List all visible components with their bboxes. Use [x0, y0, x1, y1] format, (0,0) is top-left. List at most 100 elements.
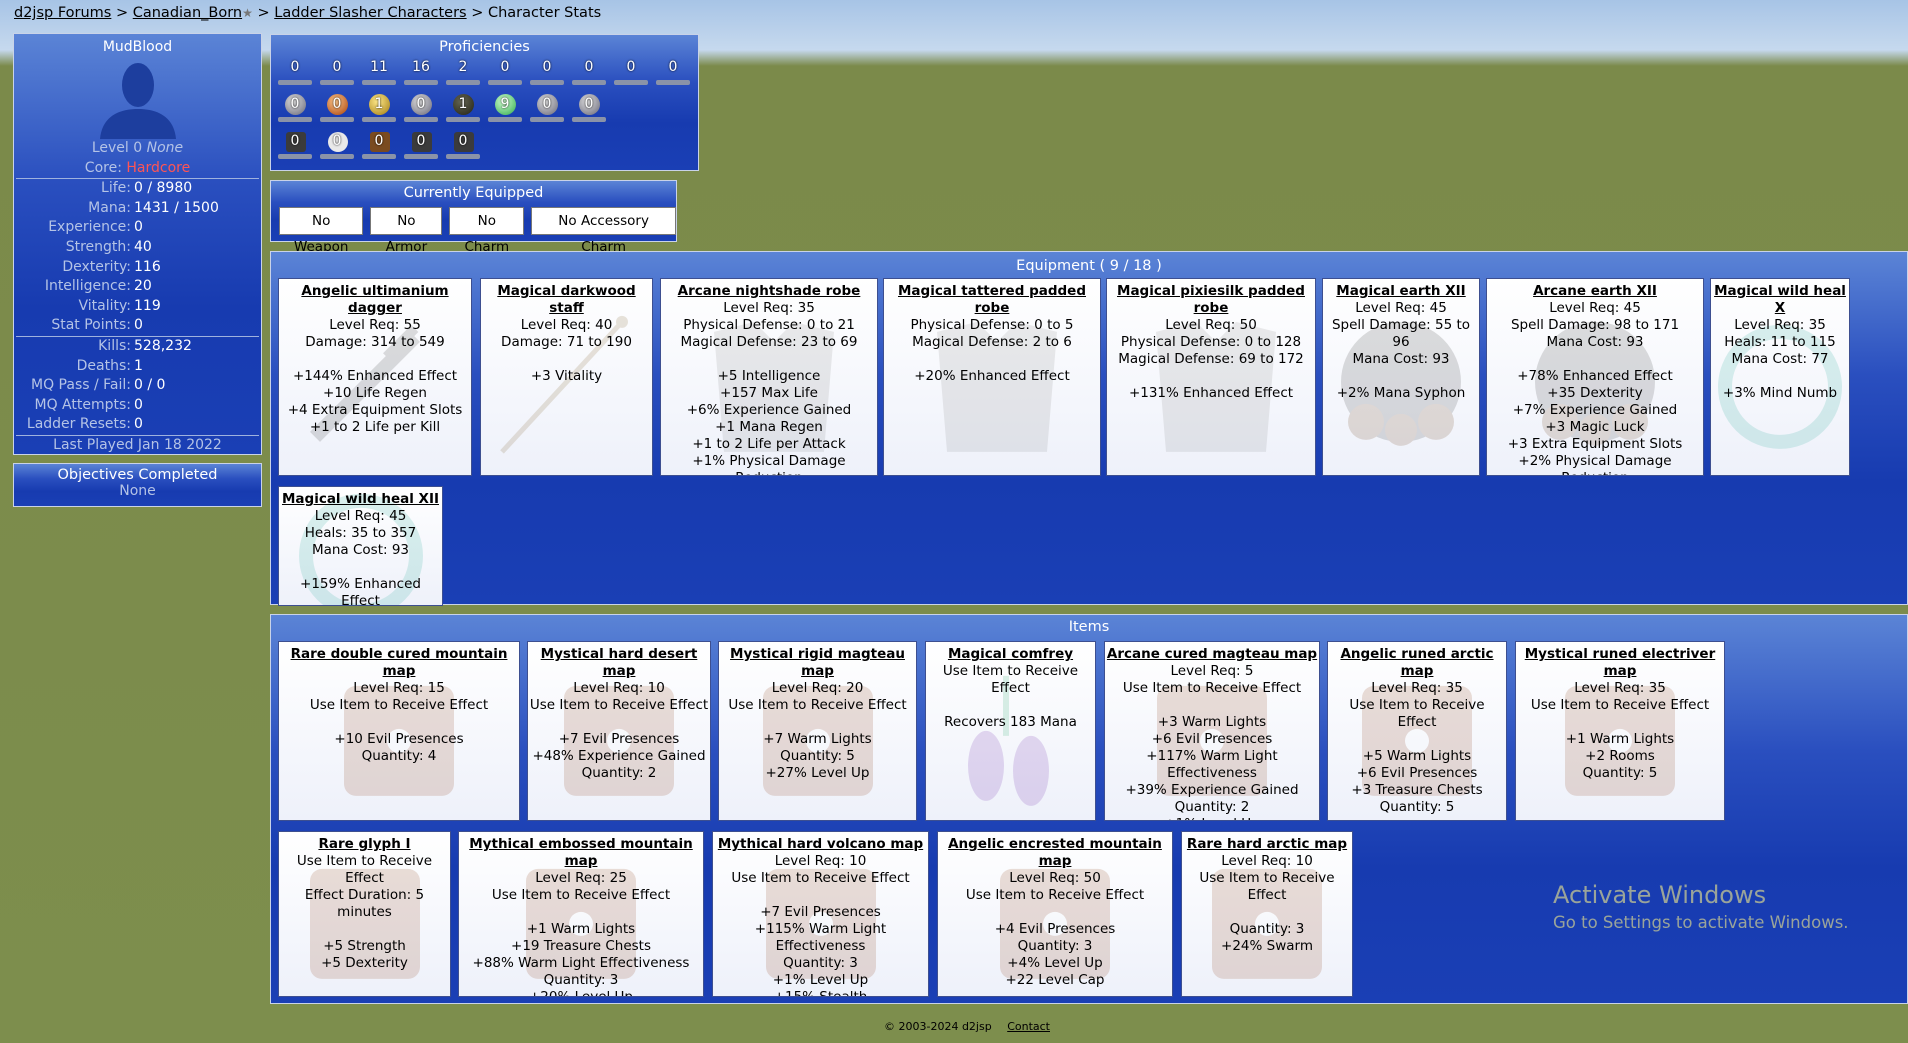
item-card[interactable]: Rare double cured mountain map Level Req:…: [278, 641, 520, 821]
card-title[interactable]: Angelic runed arctic map: [1328, 646, 1506, 680]
fire-orb-icon[interactable]: 0: [320, 92, 354, 122]
lockpick-icon[interactable]: 0: [446, 129, 480, 159]
item-card[interactable]: Rare glyph I Use Item to Receive Effect Ef…: [278, 831, 451, 997]
breadcrumb-user-link[interactable]: Canadian_Born: [133, 5, 242, 21]
proficiency-progress-bar: [320, 80, 354, 85]
card-line: +3 Warm Lights: [1157, 714, 1267, 730]
card-line: Level Req: 25: [535, 870, 627, 886]
equipment-card[interactable]: Angelic ultimanium dagger Level Req: 55 Da…: [278, 278, 472, 476]
breadcrumb: d2jsp Forums > Canadian_Born★ > Ladder S…: [14, 5, 601, 21]
card-title[interactable]: Angelic ultimanium dagger: [279, 283, 471, 317]
card-line: +1 to 2 Life per Kill: [309, 419, 441, 435]
lightning-orb-icon[interactable]: 1: [362, 92, 396, 122]
equipment-card[interactable]: Magical wild heal XII Level Req: 45 Heals:…: [278, 486, 443, 606]
mace-icon[interactable]: 11: [362, 55, 396, 85]
item-card[interactable]: Mystical rigid magteau map Level Req: 20 U…: [718, 641, 917, 821]
card-title[interactable]: Magical wild heal X: [1711, 283, 1849, 317]
item-card[interactable]: Magical comfrey Use Item to Receive Effec…: [925, 641, 1096, 821]
item-card[interactable]: Mythical hard volcano map Level Req: 10 Us…: [712, 831, 929, 997]
dark-orb-icon[interactable]: 1: [446, 92, 480, 122]
stat-row: Stat Points: 0: [14, 316, 261, 336]
wind-orb-icon[interactable]: 0: [404, 92, 438, 122]
no-weapon-button[interactable]: No Weapon: [279, 207, 364, 255]
axe-icon[interactable]: 2: [446, 55, 480, 85]
staff-icon[interactable]: 16: [404, 55, 438, 85]
card-title[interactable]: Magical wild heal XII: [279, 491, 442, 508]
card-title[interactable]: Magical comfrey: [926, 646, 1095, 663]
card-line: +1% Level Up: [772, 972, 869, 988]
copyright-text: © 2003-2024 d2jsp: [884, 1020, 992, 1033]
card-title[interactable]: Arcane nightshade robe: [661, 283, 877, 300]
contact-link[interactable]: Contact: [1007, 1020, 1050, 1033]
spear-icon[interactable]: 0: [488, 55, 522, 85]
breadcrumb-current: Character Stats: [487, 5, 602, 21]
breadcrumb-home-link[interactable]: d2jsp Forums: [14, 5, 111, 21]
card-line: [1323, 368, 1479, 385]
chest-icon[interactable]: 0: [404, 129, 438, 159]
equipment-card[interactable]: Magical darkwood staff Level Req: 40 Damag…: [480, 278, 653, 476]
card-title[interactable]: Magical tattered padded robe: [884, 283, 1100, 317]
equipment-card[interactable]: Magical pixiesilk padded robe Level Req: …: [1106, 278, 1316, 476]
card-title[interactable]: Angelic encrested mountain map: [938, 836, 1172, 870]
stat-row: MQ Pass / Fail: 0 / 0: [14, 376, 261, 396]
item-card[interactable]: Mystical runed electriver map Level Req: …: [1515, 641, 1725, 821]
equipment-card[interactable]: Arcane nightshade robe Level Req: 35 Physi…: [660, 278, 878, 476]
card-title[interactable]: Mystical hard desert map: [528, 646, 710, 680]
equipment-card[interactable]: Magical earth XII Level Req: 45 Spell Dama…: [1322, 278, 1480, 476]
star-icon[interactable]: ★: [242, 6, 253, 20]
card-title[interactable]: Magical earth XII: [1323, 283, 1479, 300]
frost-orb-icon[interactable]: 0: [278, 92, 312, 122]
card-line: +6 Evil Presences: [1151, 731, 1273, 747]
item-card[interactable]: Mythical embossed mountain map Level Req:…: [458, 831, 704, 997]
bow-icon[interactable]: 0: [530, 55, 564, 85]
equipment-card[interactable]: Magical wild heal X Level Req: 35 Heals: 1…: [1710, 278, 1850, 476]
breadcrumb-section-link[interactable]: Ladder Slasher Characters: [274, 5, 466, 21]
no-charm-button[interactable]: No Charm: [449, 207, 525, 255]
card-title[interactable]: Magical darkwood staff: [481, 283, 652, 317]
skull-icon[interactable]: 0: [320, 129, 354, 159]
card-title[interactable]: Rare double cured mountain map: [279, 646, 519, 680]
claw-icon[interactable]: 0: [656, 55, 690, 85]
stat-value: 0 / 8980: [134, 180, 193, 197]
card-line: +35 Dexterity: [1547, 385, 1643, 401]
card-title[interactable]: Rare hard arctic map: [1182, 836, 1352, 853]
card-title[interactable]: Mythical hard volcano map: [713, 836, 928, 853]
card-title[interactable]: Mythical embossed mountain map: [459, 836, 703, 870]
earth-orb-icon[interactable]: 0: [530, 92, 564, 122]
spirit-orb-icon[interactable]: 0: [572, 92, 606, 122]
item-card[interactable]: Arcane cured magteau map Level Req: 5 Use …: [1104, 641, 1320, 821]
breadcrumb-separator: >: [257, 5, 270, 21]
card-title[interactable]: Magical pixiesilk padded robe: [1107, 283, 1315, 317]
activate-windows-watermark: Activate Windows Go to Settings to activ…: [1553, 881, 1849, 932]
sword-icon[interactable]: 0: [278, 55, 312, 85]
card-line: Level Req: 10: [1221, 853, 1313, 869]
card-line: +24% Swarm: [1221, 938, 1313, 954]
stat-row: Mana: 1431 / 1500: [14, 199, 261, 219]
card-line: +1% Level Up: [1105, 816, 1319, 820]
wand-icon[interactable]: 0: [572, 55, 606, 85]
no-armor-button[interactable]: No Armor: [370, 207, 443, 255]
shield-icon[interactable]: 0: [614, 55, 648, 85]
no-accessory-charm-button[interactable]: No Accessory Charm: [531, 207, 676, 255]
equipment-card[interactable]: Arcane earth XII Level Req: 45 Spell Damag…: [1486, 278, 1704, 476]
card-title[interactable]: Arcane earth XII: [1487, 283, 1703, 300]
card-title[interactable]: Rare glyph I: [279, 836, 450, 853]
scroll-icon[interactable]: 0: [362, 129, 396, 159]
card-line: +3 Vitality: [530, 368, 603, 384]
dagger-icon[interactable]: 0: [320, 55, 354, 85]
item-card[interactable]: Rare hard arctic map Level Req: 10 Use Ite…: [1181, 831, 1353, 997]
card-line: Level Req: 15: [353, 680, 445, 696]
trap-icon[interactable]: 0: [278, 129, 312, 159]
stat-value: 0: [134, 396, 143, 413]
item-card[interactable]: Angelic encrested mountain map Level Req:…: [937, 831, 1173, 997]
equipment-card[interactable]: Magical tattered padded robe Physical Def…: [883, 278, 1101, 476]
card-title[interactable]: Mystical rigid magteau map: [719, 646, 916, 680]
heal-orb-icon[interactable]: 9: [488, 92, 522, 122]
item-card[interactable]: Angelic runed arctic map Level Req: 35 Use…: [1327, 641, 1507, 821]
card-title[interactable]: Mystical runed electriver map: [1516, 646, 1724, 680]
card-title[interactable]: Arcane cured magteau map: [1105, 646, 1319, 663]
card-line: Use Item to Receive Effect: [728, 697, 907, 713]
proficiency-level: 0: [290, 133, 300, 149]
item-card[interactable]: Mystical hard desert map Level Req: 10 Use…: [527, 641, 711, 821]
card-line: +117% Warm Light Effectiveness: [1146, 748, 1278, 781]
